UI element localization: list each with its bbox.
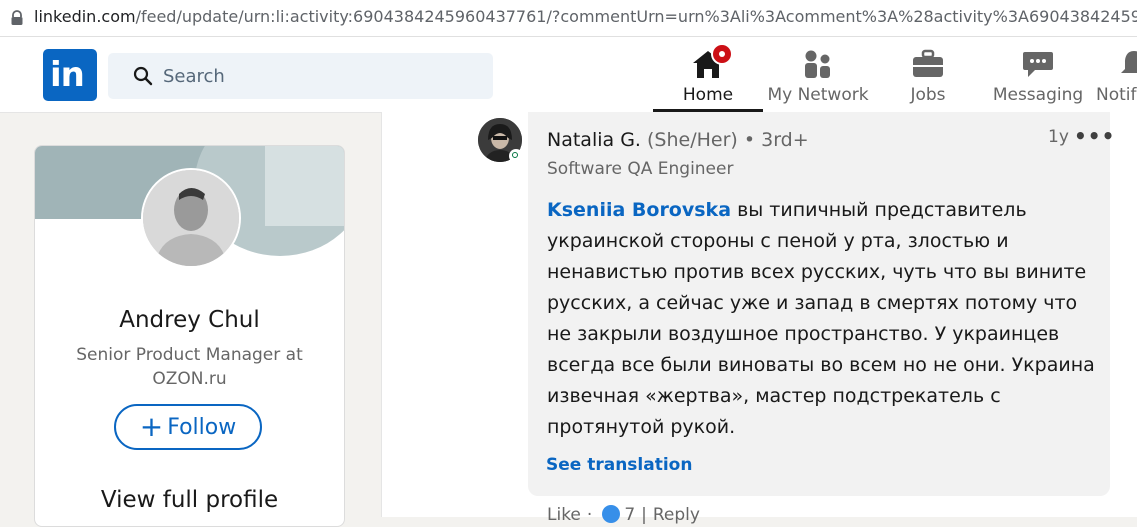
url-path: /feed/update/urn:li:activity:69043842459… — [135, 7, 1137, 26]
online-status-indicator — [509, 149, 523, 163]
comment-text: Kseniia Borovska вы типичный представите… — [547, 195, 1097, 443]
avatar-photo — [143, 170, 239, 266]
url-host: linkedin.com — [34, 7, 136, 26]
like-reaction-icon — [602, 505, 621, 523]
comment-author-title: Software QA Engineer — [547, 159, 734, 179]
briefcase-icon — [913, 49, 943, 77]
plus-icon: + — [139, 410, 164, 443]
view-full-profile-link[interactable]: View full profile — [35, 486, 344, 514]
logo-text: in — [50, 55, 85, 95]
see-translation-link[interactable]: See translation — [546, 454, 692, 476]
network-icon — [805, 50, 830, 78]
messaging-icon — [1023, 52, 1053, 77]
more-options-icon[interactable]: ••• — [1074, 126, 1115, 146]
follow-button[interactable]: + Follow — [114, 404, 262, 450]
notification-badge — [711, 43, 733, 65]
profile-card: Andrey Chul Senior Product Manager at OZ… — [34, 145, 345, 527]
linkedin-logo[interactable]: in — [43, 49, 97, 101]
reaction-count[interactable]: 7 — [624, 505, 635, 525]
nav-messaging-label: Messaging — [992, 85, 1084, 105]
comment-actions: Like · 7 | Reply — [547, 504, 700, 526]
search-placeholder: Search — [163, 66, 225, 87]
search-icon — [133, 66, 153, 86]
comment-author-line[interactable]: Natalia G. (She/Her) • 3rd+ — [547, 128, 809, 152]
nav-messaging[interactable]: Messaging — [983, 44, 1093, 112]
nav-notifications[interactable]: Notif — [1090, 44, 1137, 112]
connection-degree: • 3rd+ — [743, 129, 809, 151]
nav-my-network-label: My Network — [767, 85, 869, 105]
cover-decoration — [265, 146, 344, 226]
nav-home[interactable]: Home — [653, 44, 763, 112]
like-button[interactable]: Like — [547, 505, 581, 525]
separator: · — [586, 505, 593, 525]
nav-home-label: Home — [682, 85, 734, 105]
comment-author[interactable]: Natalia G. — [547, 129, 641, 151]
profile-headline: Senior Product Manager at OZON.ru — [76, 345, 303, 389]
nav-my-network[interactable]: My Network — [763, 44, 873, 112]
comment-body: вы типичный представитель украинской сто… — [547, 199, 1095, 438]
nav-notifications-label: Notif — [1096, 85, 1137, 105]
avatar[interactable] — [141, 168, 241, 268]
bell-icon — [1121, 51, 1137, 73]
comment-timestamp: 1y — [1048, 127, 1069, 147]
comment-mention[interactable]: Kseniia Borovska — [547, 199, 731, 221]
lock-icon — [11, 10, 23, 25]
separator: | — [641, 505, 647, 525]
reply-button[interactable]: Reply — [653, 505, 700, 525]
comment-author-pronouns: (She/Her) — [647, 129, 738, 151]
follow-label: Follow — [167, 415, 237, 440]
nav-jobs-label: Jobs — [910, 85, 946, 105]
nav-jobs[interactable]: Jobs — [873, 44, 983, 112]
profile-name[interactable]: Andrey Chul — [35, 306, 344, 334]
url-text[interactable]: linkedin.com/feed/update/urn:li:activity… — [34, 7, 1137, 27]
